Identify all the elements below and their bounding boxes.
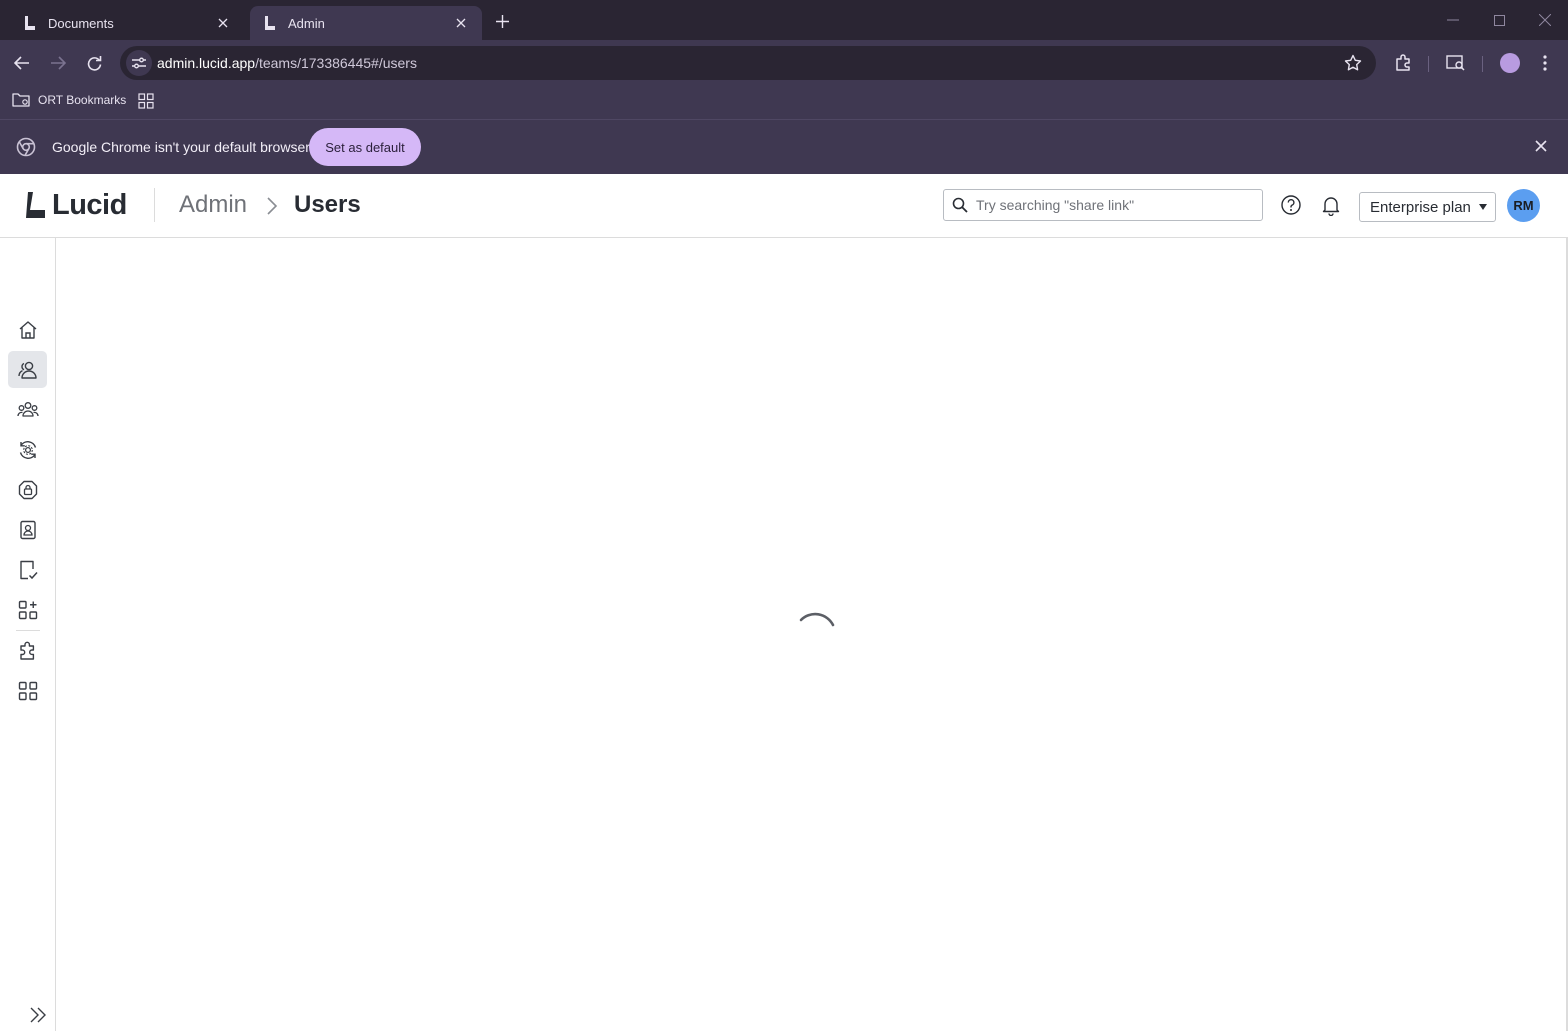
bookmark-folder[interactable]: ORT Bookmarks — [12, 93, 126, 107]
admin-side-nav — [0, 238, 56, 1031]
address-bar[interactable]: admin.lucid.app/teams/173386445#/users — [120, 46, 1376, 80]
chevron-right-icon — [267, 197, 278, 215]
search-icon — [952, 197, 968, 213]
reload-icon[interactable] — [81, 50, 107, 76]
infobar-message: Google Chrome isn't your default browser — [52, 139, 310, 155]
nav-item-sync[interactable] — [8, 431, 47, 468]
url-host: admin.lucid.app — [157, 55, 256, 71]
new-tab-plus-icon[interactable] — [490, 10, 514, 32]
search-box[interactable] — [943, 189, 1263, 221]
bookmark-star-icon[interactable] — [1344, 54, 1362, 72]
lucid-logo-mark-icon — [26, 192, 45, 218]
maximize-window-icon[interactable] — [1484, 8, 1514, 32]
groups-icon — [16, 401, 39, 417]
plan-selector[interactable]: Enterprise plan — [1359, 192, 1496, 222]
chrome-logo-icon — [16, 137, 36, 157]
tab-title: Admin — [288, 15, 325, 31]
bookmarks-bar: ORT Bookmarks — [0, 86, 1568, 120]
close-tab-icon[interactable] — [214, 14, 232, 32]
search-input[interactable] — [976, 195, 1256, 215]
set-as-default-button[interactable]: Set as default — [309, 128, 421, 166]
nav-item-integrations[interactable] — [8, 632, 47, 669]
breadcrumb-admin[interactable]: Admin — [179, 191, 247, 219]
back-arrow-icon[interactable] — [9, 50, 35, 76]
default-browser-infobar: Google Chrome isn't your default browser… — [0, 120, 1568, 174]
forward-arrow-icon[interactable] — [45, 50, 71, 76]
expand-sidebar-icon[interactable] — [28, 1006, 48, 1024]
dropdown-caret-icon — [1479, 204, 1487, 210]
browser-tab-admin[interactable]: Admin — [250, 6, 482, 40]
security-lock-icon — [18, 480, 37, 499]
home-icon — [19, 320, 36, 339]
app-header: Lucid Admin Users Enterprise plan RM — [0, 174, 1568, 238]
nav-divider — [16, 630, 40, 631]
puzzle-icon — [19, 641, 34, 660]
tab-title: Documents — [48, 15, 114, 31]
loading-spinner — [799, 612, 835, 627]
nav-item-security[interactable] — [8, 471, 47, 508]
chrome-menu-icon[interactable] — [1533, 51, 1557, 75]
profile-avatar[interactable] — [1500, 53, 1520, 73]
nav-item-groups[interactable] — [8, 391, 47, 428]
tab-search-icon[interactable] — [1444, 51, 1468, 75]
nav-item-more[interactable] — [8, 672, 47, 709]
toolbar-divider — [1428, 56, 1429, 72]
apps-grid-icon[interactable] — [138, 93, 154, 109]
plan-selector-value: Enterprise plan — [1370, 198, 1471, 216]
page-title: Users — [294, 191, 361, 218]
lucid-logo[interactable]: Lucid — [26, 188, 127, 222]
nav-item-apps[interactable] — [8, 591, 47, 628]
extensions-icon[interactable] — [1391, 51, 1415, 75]
help-icon[interactable] — [1280, 194, 1302, 216]
nav-item-users[interactable] — [8, 351, 47, 388]
browser-toolbar: admin.lucid.app/teams/173386445#/users — [0, 40, 1568, 86]
url-text: admin.lucid.app/teams/173386445#/users — [157, 55, 417, 71]
folder-icon — [12, 93, 30, 107]
users-icon — [17, 361, 37, 379]
lucid-favicon-icon — [262, 15, 278, 31]
browser-tab-documents[interactable]: Documents — [10, 6, 244, 40]
site-settings-icon[interactable] — [126, 50, 152, 76]
nav-item-home[interactable] — [8, 311, 47, 348]
minimize-window-icon[interactable] — [1438, 8, 1468, 32]
close-tab-icon[interactable] — [452, 14, 470, 32]
header-divider — [154, 188, 155, 222]
sync-settings-icon — [19, 440, 36, 459]
nav-item-documents[interactable] — [8, 551, 47, 588]
contact-card-icon — [19, 520, 36, 539]
bookmark-folder-label: ORT Bookmarks — [38, 93, 127, 107]
lucid-favicon-icon — [22, 15, 38, 31]
logo-text: Lucid — [52, 188, 127, 221]
grid-icon — [18, 681, 37, 700]
nav-item-contacts[interactable] — [8, 511, 47, 548]
apps-add-icon — [18, 600, 37, 619]
document-check-icon — [19, 560, 38, 579]
close-window-icon[interactable] — [1530, 8, 1560, 32]
toolbar-divider — [1482, 56, 1483, 72]
browser-tab-strip: Documents Admin — [0, 0, 1568, 40]
close-infobar-icon[interactable] — [1532, 137, 1550, 155]
notifications-bell-icon[interactable] — [1320, 194, 1342, 216]
user-avatar[interactable]: RM — [1507, 189, 1540, 222]
url-path: /teams/173386445#/users — [255, 55, 417, 71]
